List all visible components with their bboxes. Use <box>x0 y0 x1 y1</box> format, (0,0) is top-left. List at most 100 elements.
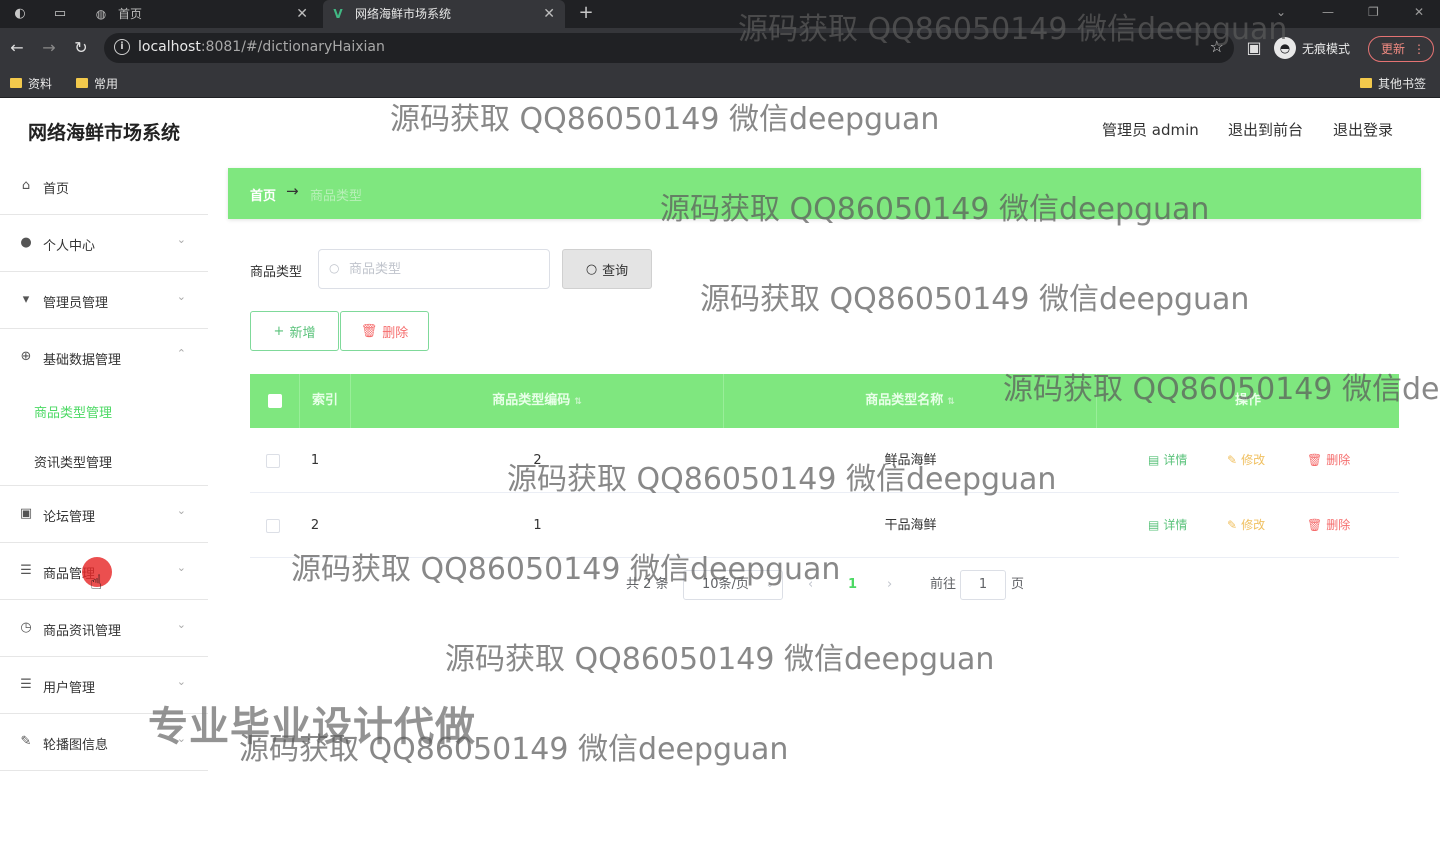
close-window-icon[interactable]: ✕ <box>1414 0 1424 28</box>
cell-code: 1 <box>533 518 542 533</box>
select-all-checkbox[interactable] <box>267 393 282 408</box>
close-tab-icon[interactable]: ✕ <box>296 0 308 28</box>
maximize-icon[interactable]: ❐ <box>1368 0 1379 28</box>
new-tab-icon[interactable]: + <box>576 2 596 23</box>
other-bookmarks[interactable]: 其他书签 <box>1360 74 1426 92</box>
edit-button[interactable]: ✎ 修改 <box>1227 428 1265 493</box>
plus-icon: + <box>273 323 285 339</box>
tab-search-icon[interactable]: ⌄ <box>1276 0 1286 28</box>
page-number-current[interactable]: 1 <box>848 570 857 600</box>
close-tab-icon[interactable]: ✕ <box>543 0 555 28</box>
column-header-code[interactable]: 商品类型编码 ⇅ <box>351 374 724 428</box>
sort-icon[interactable]: ⇅ <box>947 397 955 407</box>
watermark-text: 源码获取 QQ86050149 微信deepguan <box>390 102 940 137</box>
sidepanel-icon[interactable]: ▣ <box>1243 37 1265 59</box>
cell-name: 干品海鲜 <box>884 518 937 533</box>
sidebar-item-product-news[interactable]: ◷ 商品资讯管理 ⌄ <box>0 600 208 657</box>
column-header-name[interactable]: 商品类型名称 ⇅ <box>724 374 1097 428</box>
sort-icon[interactable]: ⇅ <box>574 397 582 407</box>
admin-icon: ▾ <box>22 292 30 307</box>
folder-icon <box>1360 78 1372 88</box>
bookmark-star-icon[interactable]: ☆ <box>1210 37 1224 56</box>
vue-icon: V <box>333 7 343 21</box>
forward-icon[interactable]: → <box>38 37 60 59</box>
folder-icon <box>10 78 22 88</box>
document-icon: ▤ <box>1148 453 1160 467</box>
sidebar-item-admin[interactable]: ▾ 管理员管理 ⌄ <box>0 272 208 329</box>
table-header: 索引 商品类型编码 ⇅ 商品类型名称 ⇅ 操作 <box>250 374 1399 428</box>
chevron-down-icon: ⌄ <box>176 675 186 688</box>
goto-page-input[interactable]: 1 <box>960 570 1006 600</box>
more-vert-icon[interactable]: ⋮ <box>1413 37 1425 61</box>
row-checkbox[interactable] <box>266 453 280 468</box>
search-icon: ○ <box>329 261 340 275</box>
search-input[interactable] <box>349 258 539 280</box>
sidebar-item-forum[interactable]: ▣ 论坛管理 ⌄ <box>0 486 208 543</box>
bookmark-folder[interactable]: 资料 <box>10 74 52 92</box>
user-icon: ● <box>20 235 32 250</box>
sidebar-subitem-news-type[interactable]: 资讯类型管理 <box>0 436 208 486</box>
info-icon[interactable]: i <box>114 39 130 55</box>
tab-active[interactable]: V 网络海鲜市场系统 ✕ <box>323 0 565 28</box>
trash-icon: 🗑 <box>360 323 378 339</box>
logout-link[interactable]: 退出登录 <box>1333 119 1393 140</box>
breadcrumb-home[interactable]: 首页 <box>250 185 276 204</box>
folder-icon <box>76 78 88 88</box>
sidebar-item-personal-center[interactable]: ● 个人中心 ⌄ <box>0 215 208 272</box>
delete-row-button[interactable]: 🗑 删除 <box>1307 493 1350 558</box>
query-button[interactable]: ○ 查询 <box>562 249 652 289</box>
document-icon: ▤ <box>1148 518 1160 532</box>
edit-button[interactable]: ✎ 修改 <box>1227 493 1265 558</box>
select-all-cell <box>250 374 300 428</box>
chevron-down-icon: ⌄ <box>176 233 186 246</box>
app-title: 网络海鲜市场系统 <box>28 122 181 144</box>
update-button[interactable]: 更新 ⋮ <box>1368 36 1434 62</box>
list-icon: ☰ <box>20 563 32 578</box>
breadcrumb: 首页 → 商品类型 <box>228 168 1421 219</box>
chevron-up-icon: ⌃ <box>176 347 186 360</box>
trash-icon: 🗑 <box>1307 518 1323 532</box>
tab-home[interactable]: ◍ 首页 ✕ <box>86 0 318 28</box>
bookmark-folder[interactable]: 常用 <box>76 74 118 92</box>
back-icon[interactable]: ← <box>6 37 28 59</box>
incognito-icon: ◓ <box>1274 37 1296 59</box>
browser-menu-icon[interactable]: ◐ <box>10 4 30 24</box>
search-icon: ○ <box>585 261 598 277</box>
incognito-indicator[interactable]: ◓ 无痕模式 <box>1274 36 1350 60</box>
add-button[interactable]: + 新增 <box>250 311 339 351</box>
search-label: 商品类型 <box>250 265 303 280</box>
minimize-icon[interactable]: — <box>1322 0 1334 28</box>
home-icon: ⌂ <box>21 178 31 193</box>
sidebar-item-basic-data[interactable]: ⊕ 基础数据管理 ⌃ <box>0 329 208 386</box>
chevron-down-icon: ⌄ <box>176 290 186 303</box>
sidebar-subitem-product-type[interactable]: 商品类型管理 <box>0 386 208 436</box>
sidebar-item-home[interactable]: ⌂ 首页 <box>0 158 208 215</box>
page-size-select[interactable]: 10条/页 ⌄ <box>683 570 783 600</box>
globe-icon: ◍ <box>95 7 107 21</box>
goto-suffix: 页 <box>1011 577 1025 592</box>
chevron-down-icon: ⌄ <box>765 579 774 590</box>
next-page-icon[interactable]: › <box>887 570 892 600</box>
prev-page-icon[interactable]: ‹ <box>808 570 813 600</box>
clock-icon: ◷ <box>20 620 32 635</box>
detail-button[interactable]: ▤ 详情 <box>1148 428 1187 493</box>
omnibox[interactable]: i localhost:8081/#/dictionaryHaixian ☆ <box>104 33 1234 63</box>
chevron-down-icon: ⌄ <box>176 504 186 517</box>
browser-tab-bar: ◐ ▭ ◍ 首页 ✕ V 网络海鲜市场系统 ✕ + ⌄ — ❐ ✕ <box>0 0 1440 28</box>
row-checkbox[interactable] <box>266 518 280 533</box>
table-row: 1 2 鲜品海鲜 ▤ 详情 ✎ 修改 🗑 删除 <box>250 428 1399 493</box>
trash-icon: 🗑 <box>1307 453 1323 467</box>
exit-to-front-link[interactable]: 退出到前台 <box>1228 119 1303 140</box>
detail-button[interactable]: ▤ 详情 <box>1148 493 1187 558</box>
url-text[interactable]: localhost:8081/#/dictionaryHaixian <box>138 39 385 55</box>
data-table: 索引 商品类型编码 ⇅ 商品类型名称 ⇅ 操作 1 2 鲜品海鲜 ▤ 详情 ✎ 修改 🗑… <box>250 374 1399 558</box>
chevron-down-icon: ⌄ <box>176 618 186 631</box>
tab-list-icon[interactable]: ▭ <box>50 4 70 24</box>
batch-delete-button[interactable]: 🗑 删除 <box>340 311 429 351</box>
delete-row-button[interactable]: 🗑 删除 <box>1307 428 1350 493</box>
cell-code: 2 <box>533 453 542 468</box>
row-select-cell <box>250 493 296 558</box>
search-field[interactable]: ○ <box>318 249 550 289</box>
cell-name: 鲜品海鲜 <box>884 453 937 468</box>
reload-icon[interactable]: ↻ <box>70 37 92 59</box>
